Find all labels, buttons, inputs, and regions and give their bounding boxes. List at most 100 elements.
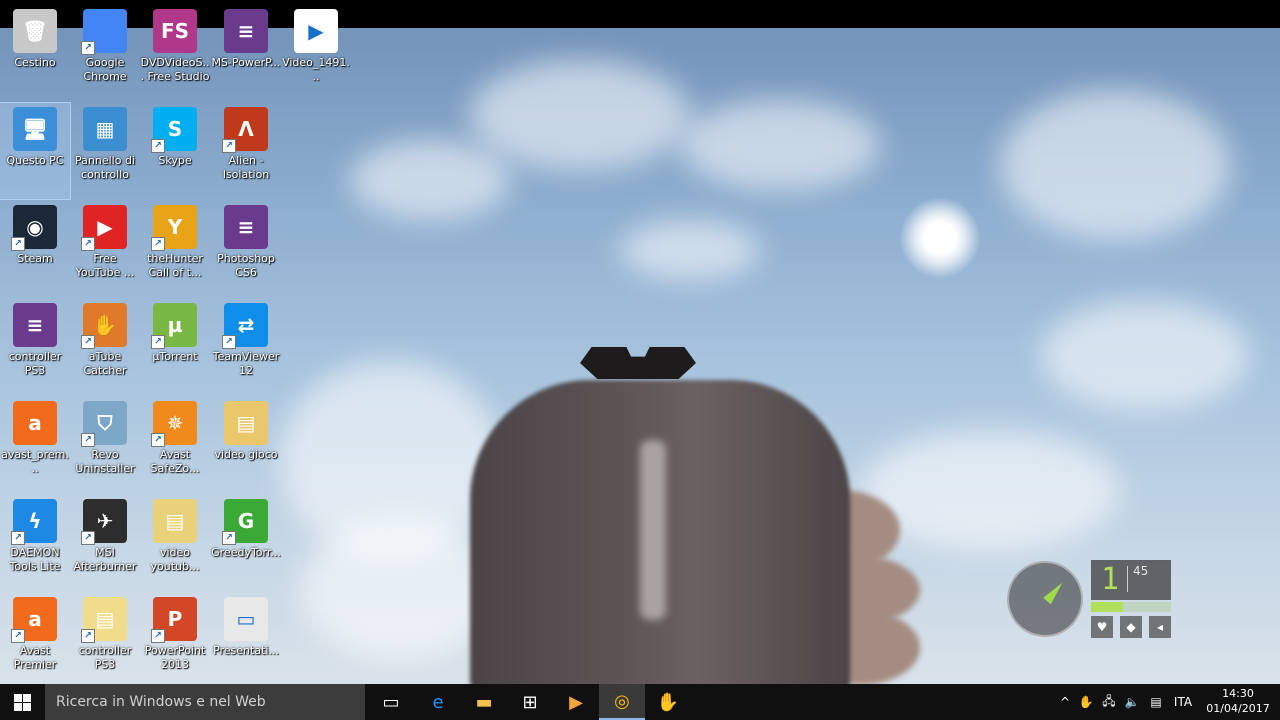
desktop-icon[interactable]: G ↗ GreedyTorr... [211,495,281,591]
desktop-icon[interactable]: ✋ ↗ aTube Catcher [70,299,140,395]
shortcut-arrow-icon: ↗ [151,433,165,447]
volume-icon[interactable]: 🔈 [1122,684,1142,720]
desktop-icon[interactable]: ▤ ↗ controller PS3 [70,593,140,684]
shortcut-arrow-icon: ↗ [151,139,165,153]
shortcut-arrow-icon: ↗ [11,531,25,545]
desktop-icon[interactable]: ✈ ↗ MSI Afterburner [70,495,140,591]
desktop-icon-label: Free YouTube ... [75,252,135,279]
desktop-icon-label: Revo Uninstaller [75,448,135,475]
app-icon: a [13,401,57,445]
taskbar-search[interactable] [45,684,365,720]
desktop-icon[interactable]: Ʌ ↗ Alien - Isolation [211,103,281,199]
app-icon: ▦ [83,107,127,151]
desktop-icon-label: Questo PC [6,154,64,167]
desktop-icon[interactable]: µ ↗ µTorrent [140,299,210,395]
shortcut-arrow-icon: ↗ [11,237,25,251]
desktop-icon[interactable]: ↗ Google Chrome [70,5,140,101]
app-icon: ✵ ↗ [151,401,197,447]
cloud [350,140,510,220]
shortcut-arrow-icon: ↗ [151,335,165,349]
app-icon: ≡ [13,303,57,347]
desktop-icon-label: DVDVideoS... Free Studio [140,56,210,83]
desktop-icon[interactable]: 🖥 Questo PC [0,102,71,200]
cloud [1040,300,1250,410]
revolver-sight [580,347,696,379]
notification-icon[interactable]: ▤ [1146,684,1166,720]
app-icon: ▶ [294,9,338,53]
desktop-icon[interactable]: ▤ video youtub... [140,495,210,591]
shortcut-arrow-icon: ↗ [81,41,95,55]
shortcut-arrow-icon: ↗ [81,531,95,545]
shortcut-arrow-icon: ↗ [222,139,236,153]
desktop-icon-label: Avast SafeZo... [150,448,200,475]
desktop-icon-label: µTorrent [152,350,198,363]
desktop-icon[interactable]: ⛉ ↗ Revo Uninstaller [70,397,140,493]
shortcut-arrow-icon: ↗ [81,433,95,447]
desktop-icon[interactable]: 🗑 Cestino [0,5,70,101]
shortcut-arrow-icon: ↗ [81,237,95,251]
desktop-icon-label: Steam [17,252,53,265]
app-icon: ⛉ ↗ [81,401,127,447]
heart-icon: ♥ [1091,616,1113,638]
desktop-icon-label: Pannello di controllo [75,154,135,181]
compass-needle [1043,579,1067,605]
app-icon: S ↗ [151,107,197,153]
taskbar-store[interactable]: ⊞ [507,684,553,720]
windows-logo-icon [14,693,31,711]
clock[interactable]: 14:30 01/04/2017 [1196,686,1280,716]
app-icon: ≡ [224,205,268,249]
desktop-icon[interactable]: ⇄ ↗ TeamViewer 12 [211,299,281,395]
shortcut-arrow-icon: ↗ [81,335,95,349]
app-icon: a ↗ [11,597,57,643]
taskbar-edge[interactable]: e [415,684,461,720]
taskbar-file-explorer[interactable]: ▬ [461,684,507,720]
search-input[interactable] [45,684,365,720]
clock-time: 14:30 [1222,687,1254,700]
app-icon: ✋ ↗ [81,303,127,349]
desktop-icon[interactable]: ▶ Video_1491... [281,5,351,101]
taskbar-media-player[interactable]: ▶ [553,684,599,720]
app-icon: ↗ [81,9,127,55]
hud-compass [1007,561,1083,637]
desktop-icon-label: Photoshop CS6 [217,252,275,279]
hud-divider [1127,566,1128,592]
show-hidden-icons[interactable]: ^ [1056,684,1074,720]
desktop-icon[interactable]: S ↗ Skype [140,103,210,199]
app-icon: ◉ ↗ [11,205,57,251]
desktop-icon[interactable]: ≡ Photoshop CS6 [211,201,281,297]
desktop-icon-label: controller PS3 [78,644,132,671]
desktop-icon[interactable]: ▭ Presentati... [211,593,281,684]
app-icon: ✈ ↗ [81,499,127,545]
clock-date: 01/04/2017 [1206,702,1270,715]
desktop-icon[interactable]: FS DVDVideoS... Free Studio [140,5,210,101]
desktop-icon[interactable]: ◉ ↗ Steam [0,201,70,297]
desktop-icon[interactable]: ϟ ↗ DAEMON Tools Lite [0,495,70,591]
desktop-icon[interactable]: ≡ MS-PowerP... [211,5,281,101]
desktop-icon[interactable]: ▤ video gioco [211,397,281,493]
shortcut-arrow-icon: ↗ [151,629,165,643]
app-icon: ▤ ↗ [81,597,127,643]
desktop-icon[interactable]: ▦ Pannello di controllo [70,103,140,199]
desktop-icon[interactable]: Y ↗ theHunter Call of t... [140,201,210,297]
taskbar-task-view[interactable]: ▭ [368,684,414,720]
desktop-icon[interactable]: a ↗ Avast Premier [0,593,70,684]
taskbar-chrome[interactable]: ◎ [599,684,645,720]
desktop-icon[interactable]: P ↗ PowerPoint 2013 [140,593,210,684]
app-icon: G ↗ [222,499,268,545]
desktop-icon-label: aTube Catcher [83,350,127,377]
language-indicator[interactable]: ITA [1168,684,1198,720]
app-icon: 🗑 [13,9,57,53]
desktop-icon-label: video youtub... [150,546,200,573]
desktop-icon[interactable]: ✵ ↗ Avast SafeZo... [140,397,210,493]
desktop-icon-label: Video_1491... [282,56,350,83]
desktop-icon[interactable]: a avast_prem... [0,397,70,493]
tray-app-icon[interactable]: ✋ [1077,684,1095,720]
start-button[interactable] [0,684,45,720]
network-icon[interactable]: 🖧 [1099,684,1119,720]
desktop-icon-label: MS-PowerP... [211,56,281,69]
desktop-icon[interactable]: ▶ ↗ Free YouTube ... [70,201,140,297]
speaker-icon: ◂ [1149,616,1171,638]
taskbar-atube-catcher[interactable]: ✋ [645,684,691,720]
desktop-icon[interactable]: ≡ controller PS3 [0,299,70,395]
shortcut-arrow-icon: ↗ [11,629,25,643]
